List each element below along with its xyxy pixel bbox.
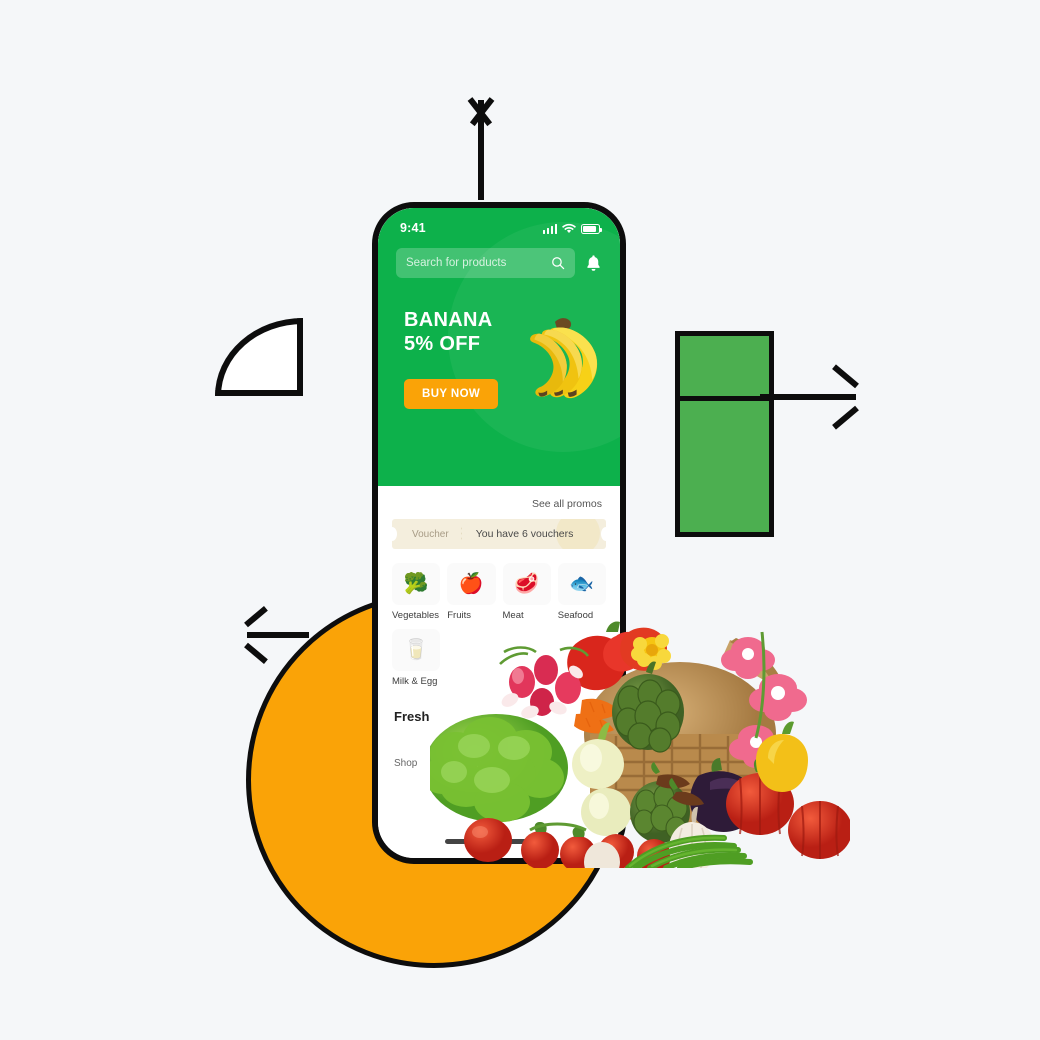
- arrow-left-icon: [247, 632, 309, 638]
- quarter-circle-shape: [215, 318, 303, 396]
- category-item-seafood[interactable]: 🐟 Seafood: [557, 563, 606, 621]
- apple-pineapple-icon: 🍎: [447, 563, 496, 605]
- search-icon[interactable]: [551, 256, 565, 270]
- green-rectangle-shape: [675, 331, 774, 537]
- banana-bunch-image: [530, 318, 598, 399]
- buy-now-button[interactable]: BUY NOW: [404, 378, 499, 409]
- milk-bottle-egg-icon: 🥛: [392, 629, 441, 671]
- category-label: Fruits: [447, 610, 471, 621]
- search-placeholder: Search for products: [406, 257, 507, 269]
- section-heading: Fresh: [394, 709, 430, 724]
- category-label: Meat: [502, 610, 524, 621]
- signal-bars-icon: [542, 223, 557, 234]
- status-bar: 9:41: [378, 208, 620, 242]
- broccoli-carrot-icon: 🥦: [392, 563, 441, 605]
- arrow-up-icon: [478, 100, 484, 200]
- wifi-icon: [562, 223, 576, 233]
- voucher-banner[interactable]: Voucher You have 6 vouchers: [392, 519, 606, 549]
- search-input[interactable]: Search for products: [396, 248, 575, 278]
- scene-canvas: 9:41 Search for products BANANA 5% OFF B…: [0, 0, 1040, 1040]
- voucher-count-text: You have 6 vouchers: [475, 528, 574, 540]
- category-grid: 🥦 Vegetables 🍎 Fruits 🥩 Meat 🐟 Seafood 🥛…: [392, 549, 606, 687]
- category-label: Milk & Egg: [392, 676, 438, 687]
- green-rectangle-divider: [680, 396, 769, 401]
- bell-icon[interactable]: [585, 254, 602, 273]
- category-item-vegetables[interactable]: 🥦 Vegetables: [392, 563, 441, 621]
- phone-screen: 9:41 Search for products BANANA 5% OFF B…: [378, 208, 620, 858]
- meat-drumstick-icon: 🥩: [502, 563, 551, 605]
- content-area: See all promos Voucher You have 6 vouche…: [378, 486, 620, 769]
- voucher-label: Voucher: [412, 528, 449, 540]
- section-subheading: Shop: [394, 758, 418, 769]
- fish-icon: 🐟: [557, 563, 606, 605]
- category-item-fruits[interactable]: 🍎 Fruits: [447, 563, 496, 621]
- see-all-promos-link[interactable]: See all promos: [392, 486, 606, 519]
- promo-title-line1: BANANA: [404, 309, 493, 331]
- category-item-meat[interactable]: 🥩 Meat: [502, 563, 551, 621]
- category-label: Seafood: [557, 610, 594, 621]
- hero-banner: 9:41 Search for products BANANA 5% OFF B…: [378, 208, 620, 486]
- search-row: Search for products: [378, 242, 620, 278]
- home-indicator[interactable]: [445, 839, 553, 844]
- status-icon-group: [542, 223, 602, 234]
- battery-icon: [581, 223, 602, 234]
- category-item-milk-egg[interactable]: 🥛 Milk & Egg: [392, 629, 441, 687]
- arrow-right-icon: [760, 394, 856, 400]
- phone-mockup: 9:41 Search for products BANANA 5% OFF B…: [372, 202, 626, 864]
- status-time: 9:41: [400, 221, 426, 235]
- category-label: Vegetables: [392, 610, 440, 621]
